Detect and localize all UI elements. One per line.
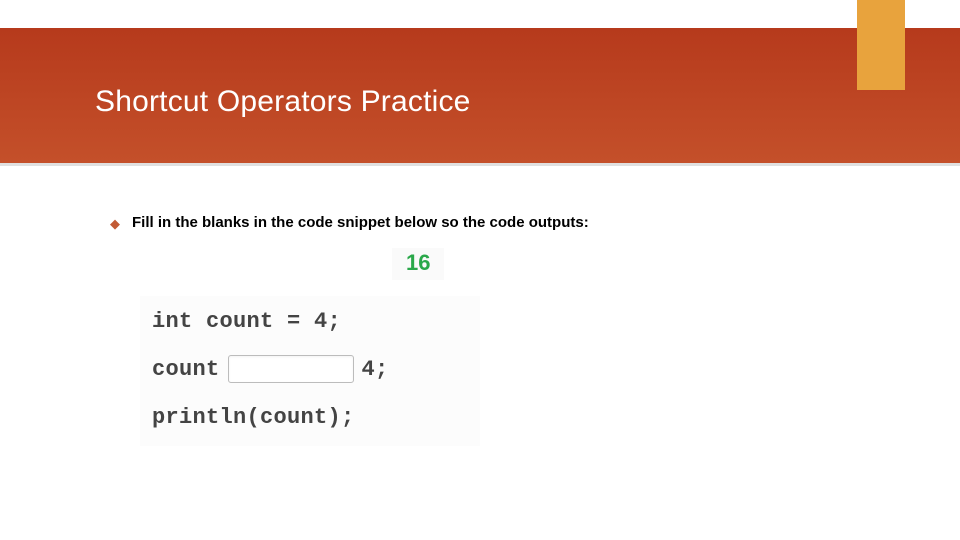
bullet-text: Fill in the blanks in the code snippet b… <box>132 214 589 231</box>
slide-title: Shortcut Operators Practice <box>95 85 471 119</box>
code-line-1: int count = 4; <box>152 306 468 336</box>
code-line-3: println(count); <box>152 402 468 432</box>
slide: Shortcut Operators Practice ◆ Fill in th… <box>0 0 960 540</box>
fill-blank-input[interactable] <box>228 355 354 383</box>
expected-output-box: 16 <box>392 248 444 280</box>
code-line-2-pre: count <box>152 357 220 382</box>
bullet-row: ◆ Fill in the blanks in the code snippet… <box>110 214 589 231</box>
code-snippet-box: int count = 4; count 4; println(count); <box>140 296 480 446</box>
accent-tab <box>857 0 905 90</box>
bullet-icon: ◆ <box>110 217 120 230</box>
expected-output-value: 16 <box>406 250 430 275</box>
code-line-2: count 4; <box>152 354 468 384</box>
code-line-2-post: 4; <box>362 357 389 382</box>
